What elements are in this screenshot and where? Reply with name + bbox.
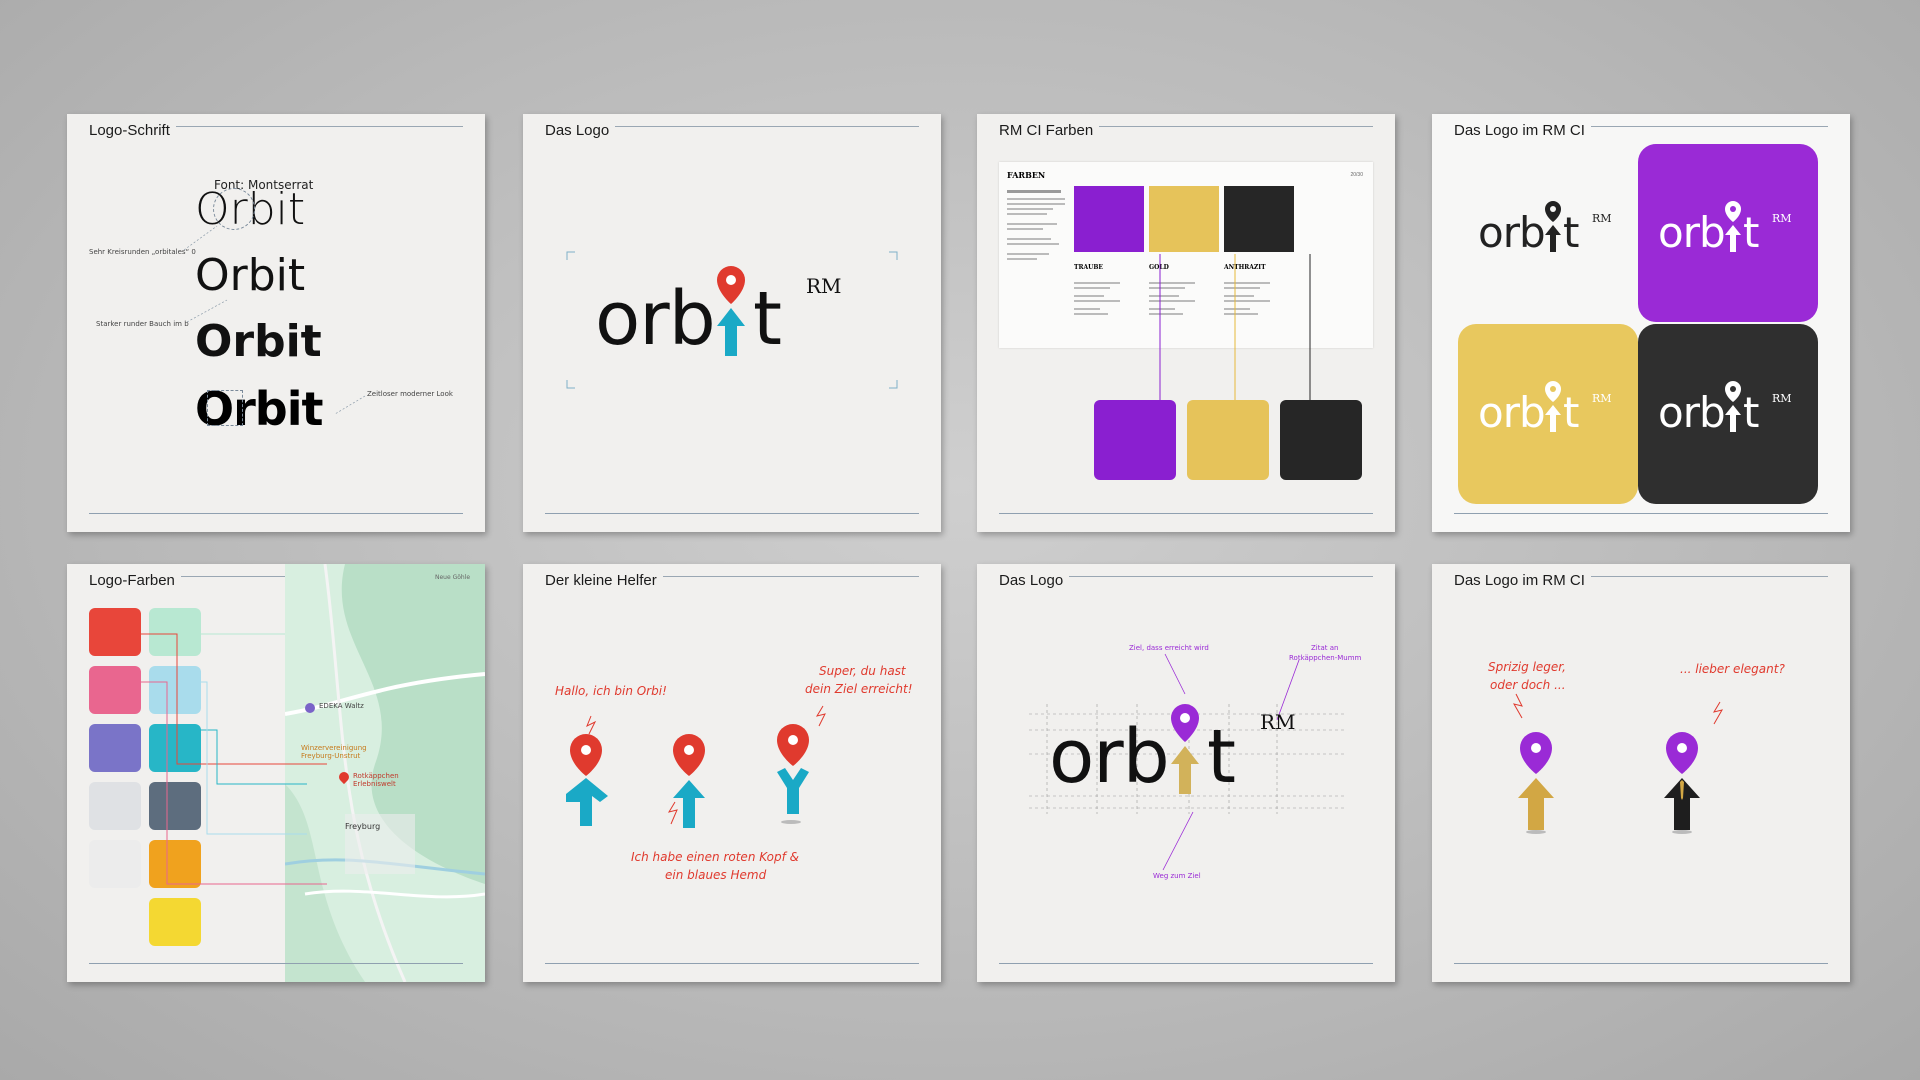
card-logo-konstruktion[interactable]: Das Logo Ziel, dass erreicht wird Zitat … [977, 564, 1395, 982]
pin-person-icon [1545, 201, 1561, 252]
swatch-gold [1187, 400, 1269, 480]
card-logo-im-rm-ci-figuren[interactable]: Das Logo im RM CI Sprizig leger, oder do… [1432, 564, 1850, 982]
pin-person-icon [1171, 704, 1199, 794]
logo-text-on-purple: orb [1658, 208, 1726, 257]
logo-text-orb: orb [1049, 714, 1170, 800]
logo-sup-rm: RM [1260, 710, 1296, 734]
logo-text-t: t [1207, 714, 1236, 800]
note-lines [183, 225, 366, 415]
card-title: Das Logo im RM CI [1454, 122, 1591, 139]
card-rm-ci-farben[interactable]: RM CI Farben FARBEN 20/30 TRAUBE GOLD AN… [977, 114, 1395, 532]
pin-person-icon [1725, 381, 1741, 432]
card-logo-schrift[interactable]: Logo-Schrift Font: Montserrat Orbit Orbi… [67, 114, 485, 532]
pin-person-icon [1545, 381, 1561, 432]
logo-text-on-purple-t: t [1743, 208, 1760, 257]
swatch-traube [1094, 400, 1176, 480]
logo-text-on-gold: orb [1478, 388, 1546, 437]
logo-sup-rm: RM [1592, 212, 1612, 225]
card-der-kleine-helfer[interactable]: Der kleine Helfer Hallo, ich bin Orbi! S… [523, 564, 941, 982]
logo-text-on-gold-t: t [1563, 388, 1580, 437]
helper-figures [566, 705, 826, 828]
logo-text-on-anthrazit: orb [1658, 388, 1726, 437]
rm-figures [1512, 693, 1724, 834]
pin-person-icon [717, 266, 745, 356]
logo-sup-rm: RM [1772, 212, 1792, 225]
logo-text-t: t [753, 276, 782, 362]
card-das-logo[interactable]: Das Logo orb t RM [523, 114, 941, 532]
logo-sup-rm: RM [1772, 392, 1792, 405]
logo-sup-rm: RM [1592, 392, 1612, 405]
swatch-connector-lines [126, 633, 327, 885]
logo-sup-rm: RM [806, 274, 842, 298]
logo-text-dark: orb [1478, 208, 1546, 257]
card-logo-im-rm-ci[interactable]: Das Logo im RM CI orb t RM orb t RM orb … [1432, 114, 1850, 532]
presentation-board: { "cards": { "c1": {"title": "Logo-Schri… [0, 0, 1920, 1080]
card-logo-farben[interactable]: Logo-Farben EDEKA Waltz Winzervereinigun… [67, 564, 485, 982]
note-zitat-2: Rotkäppchen-Mumm [1289, 654, 1362, 662]
logo-text-on-anthrazit-t: t [1743, 388, 1760, 437]
pin-person-icon [1725, 201, 1741, 252]
logo-text-orb: orb [595, 276, 716, 362]
note-ziel: Ziel, dass erreicht wird [1129, 644, 1209, 652]
note-zitat-1: Zitat an [1311, 644, 1339, 652]
logo-text-dark-t: t [1563, 208, 1580, 257]
note-weg: Weg zum Ziel [1153, 872, 1201, 880]
swatch-anthrazit [1280, 400, 1362, 480]
